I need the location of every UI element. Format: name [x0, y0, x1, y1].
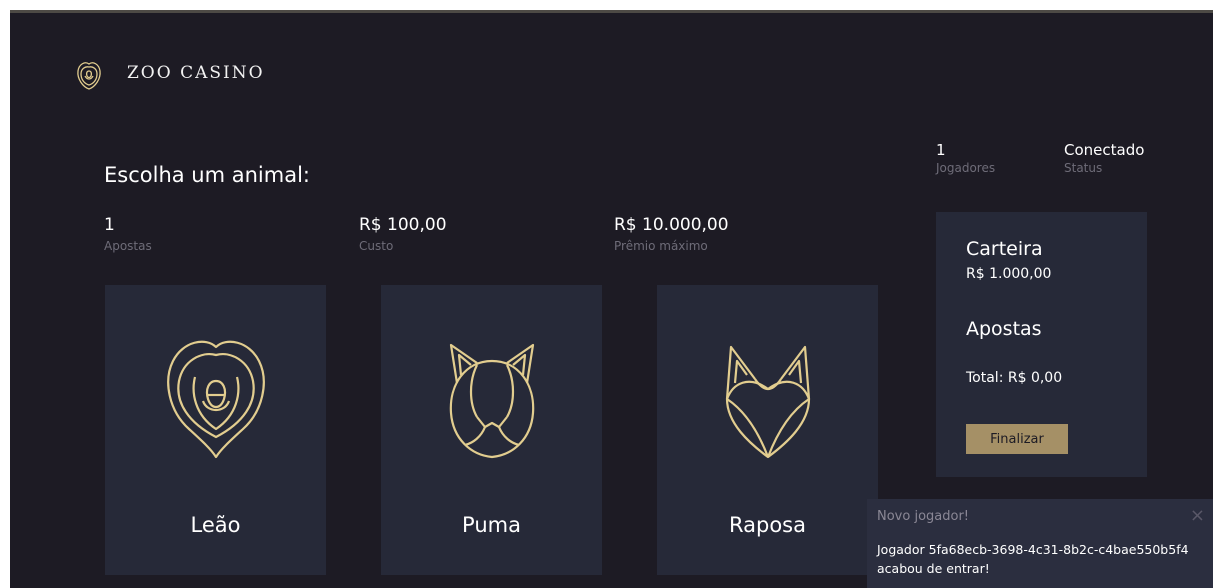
players-stat: 1 Jogadores	[936, 141, 995, 175]
lion-icon	[166, 340, 265, 459]
wallet-title: Carteira	[966, 238, 1043, 260]
puma-icon	[449, 343, 534, 459]
animal-name: Puma	[462, 513, 521, 537]
bets-label: Apostas	[104, 239, 152, 253]
cost-stat: R$ 100,00 Custo	[359, 215, 447, 253]
toast-message: Jogador 5fa68ecb-3698-4c31-8b2c-c4bae550…	[877, 542, 1189, 576]
cost-value: R$ 100,00	[359, 215, 447, 235]
cost-label: Custo	[359, 239, 394, 253]
animal-card-leao[interactable]: Leão	[105, 285, 326, 575]
max-prize-label: Prêmio máximo	[614, 239, 708, 253]
close-icon[interactable]: ×	[1190, 505, 1205, 526]
wallet-panel: Carteira R$ 1.000,00 Apostas Total: R$ 0…	[936, 212, 1147, 477]
page-title: Escolha um animal:	[104, 163, 310, 187]
bets-stat: 1 Apostas	[104, 215, 152, 253]
fox-icon	[725, 345, 810, 459]
bets-total: Total: R$ 0,00	[966, 370, 1063, 386]
wallet-balance: R$ 1.000,00	[966, 266, 1052, 282]
app-frame: ZOO CASINO 1 Jogadores Conectado Status …	[10, 10, 1213, 588]
animal-name: Raposa	[729, 513, 806, 537]
players-count: 1	[936, 141, 946, 159]
brand-name: ZOO CASINO	[127, 63, 265, 83]
status-stat: Conectado Status	[1064, 141, 1144, 175]
toast-title: Novo jogador!	[877, 509, 970, 524]
lion-logo-icon	[77, 62, 101, 90]
max-prize-stat: R$ 10.000,00 Prêmio máximo	[614, 215, 729, 253]
bets-count: 1	[104, 215, 115, 235]
finalize-button[interactable]: Finalizar	[966, 424, 1068, 454]
players-label: Jogadores	[936, 161, 996, 175]
new-player-toast: Novo jogador! × Jogador 5fa68ecb-3698-4c…	[867, 499, 1213, 588]
bets-title: Apostas	[966, 318, 1042, 340]
animal-name: Leão	[190, 513, 241, 537]
status-value: Conectado	[1064, 141, 1145, 159]
status-label: Status	[1064, 161, 1103, 175]
animal-card-puma[interactable]: Puma	[381, 285, 602, 575]
animal-card-raposa[interactable]: Raposa	[657, 285, 878, 575]
max-prize-value: R$ 10.000,00	[614, 215, 729, 235]
